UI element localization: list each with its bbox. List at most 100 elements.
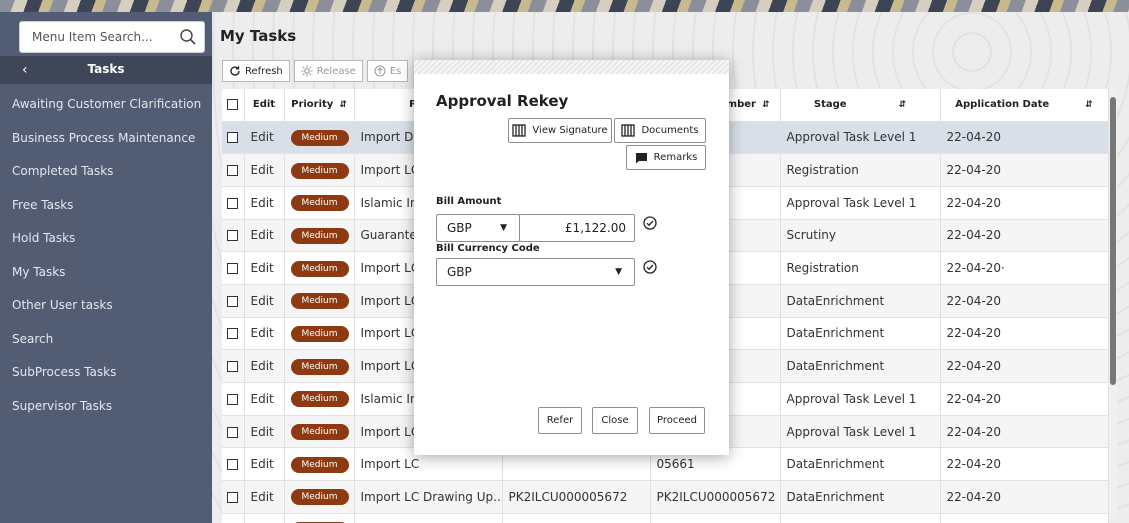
edit-link[interactable]: Edit [244, 219, 285, 252]
priority-cell: Medium [284, 121, 355, 154]
menu-search-input[interactable] [20, 22, 180, 52]
edit-link[interactable]: Edit [244, 382, 285, 416]
edit-link[interactable]: Edit [244, 447, 285, 481]
row-checkbox[interactable] [227, 197, 239, 209]
row-checkbox[interactable] [227, 328, 239, 340]
application-date-cell: 22-04-20 [940, 513, 1109, 523]
priority-badge: Medium [290, 325, 349, 342]
table-row[interactable]: Edit Medium Import LC Drawing Up... PK2ILCU… [222, 480, 1109, 514]
edit-link[interactable]: Edit [244, 121, 285, 154]
application-date-cell: 22-04-20 [940, 382, 1109, 416]
sort-icon[interactable]: ⇵ [1085, 100, 1093, 110]
priority-badge: Medium [290, 489, 349, 506]
application-date-cell: 22-04-20 [940, 121, 1109, 154]
dialog-header-strip [414, 60, 729, 74]
sidebar-header: ‹ Tasks [0, 56, 212, 84]
select-all-checkbox[interactable] [227, 99, 239, 110]
bill-currency-code-select[interactable]: GBP ▼ [436, 258, 635, 286]
release-button[interactable]: Release [293, 60, 363, 82]
stage-cell: Approval Task Level 1 [780, 121, 941, 154]
bill-currency-verified-check-icon [643, 260, 657, 274]
search-icon[interactable] [179, 28, 197, 46]
row-checkbox[interactable] [227, 263, 239, 275]
refer-button[interactable]: Refer [538, 407, 582, 434]
row-checkbox[interactable] [227, 393, 239, 405]
menu-search-box[interactable] [19, 21, 205, 53]
application-date-cell: 22-04-20· [940, 251, 1109, 285]
select-all-header [222, 89, 245, 121]
row-checkbox[interactable] [227, 132, 239, 144]
edit-link[interactable]: Edit [244, 513, 285, 523]
escalate-button[interactable]: Es [366, 60, 409, 82]
application-date-cell: 22-04-20 [940, 186, 1109, 220]
stage-cell: DataEnrichment [780, 349, 941, 383]
close-button[interactable]: Close [592, 407, 638, 434]
approval-rekey-dialog: Approval Rekey View Signature Documents … [414, 60, 729, 455]
sidebar-item-supervisor-tasks[interactable]: Supervisor Tasks [0, 397, 212, 431]
stage-cell: DataEnrichment [780, 513, 941, 523]
edit-link[interactable]: Edit [244, 153, 285, 187]
row-checkbox[interactable] [227, 491, 239, 503]
proceed-button[interactable]: Proceed [649, 407, 705, 434]
bill-amount-input[interactable]: £1,122.00 [519, 214, 635, 242]
edit-link[interactable]: Edit [244, 349, 285, 383]
sidebar-item-hold-tasks[interactable]: Hold Tasks [0, 229, 212, 263]
row-checkbox-cell [222, 447, 245, 481]
sidebar-item-search[interactable]: Search [0, 330, 212, 364]
table-row[interactable]: EditMediumIslamic Import LC Dra...PK2IIL… [222, 513, 1109, 523]
column-header-application-date[interactable]: Application Date ⇵ [940, 89, 1109, 121]
sidebar-item-my-tasks[interactable]: My Tasks [0, 263, 212, 297]
edit-link[interactable]: Edit [244, 415, 285, 448]
row-checkbox[interactable] [227, 459, 239, 471]
sort-icon[interactable]: ⇵ [762, 100, 770, 110]
bill-amount-label: Bill Amount [436, 196, 502, 207]
stage-cell: Approval Task Level 1 [780, 415, 941, 448]
row-checkbox[interactable] [227, 295, 239, 307]
remarks-button[interactable]: Remarks [626, 145, 706, 170]
refresh-button[interactable]: Refresh [222, 60, 290, 82]
row-checkbox-cell [222, 480, 245, 514]
process-name-cell: Import LC Drawing Up... [354, 480, 503, 514]
remarks-label: Remarks [653, 152, 698, 163]
edit-link[interactable]: Edit [244, 284, 285, 318]
priority-cell: Medium [284, 317, 355, 350]
sidebar-menu: Awaiting Customer Clarification Business… [0, 95, 212, 430]
refresh-icon [230, 66, 240, 76]
sidebar-item-awaiting-customer-clarification[interactable]: Awaiting Customer Clarification [0, 95, 212, 129]
sidebar-item-free-tasks[interactable]: Free Tasks [0, 196, 212, 230]
sidebar: ‹ Tasks Awaiting Customer Clarification … [0, 12, 212, 523]
edit-link[interactable]: Edit [244, 251, 285, 285]
view-signature-button[interactable]: View Signature [508, 118, 612, 143]
table-scrollbar[interactable] [1109, 89, 1117, 519]
stage-header-label: Stage [813, 99, 847, 111]
priority-cell: Medium [284, 415, 355, 448]
priority-cell: Medium [284, 251, 355, 285]
row-checkbox[interactable] [227, 230, 239, 242]
edit-link[interactable]: Edit [244, 317, 285, 350]
column-header-stage[interactable]: Stage ⇵ [780, 89, 941, 121]
row-checkbox[interactable] [227, 426, 239, 438]
sidebar-item-other-user-tasks[interactable]: Other User tasks [0, 296, 212, 330]
bill-amount-currency-select[interactable]: GBP ▼ [436, 214, 520, 242]
sidebar-item-subprocess-tasks[interactable]: SubProcess Tasks [0, 363, 212, 397]
edit-link[interactable]: Edit [244, 186, 285, 220]
sidebar-item-business-process-maintenance[interactable]: Business Process Maintenance [0, 129, 212, 163]
sidebar-item-completed-tasks[interactable]: Completed Tasks [0, 162, 212, 196]
row-checkbox-cell [222, 153, 245, 187]
priority-cell: Medium [284, 219, 355, 252]
column-header-edit: Edit [244, 89, 285, 121]
documents-book-icon [621, 124, 636, 137]
sort-icon[interactable]: ⇵ [339, 100, 347, 110]
scrollbar-thumb[interactable] [1110, 97, 1116, 385]
row-checkbox[interactable] [227, 165, 239, 177]
priority-cell: Medium [284, 284, 355, 318]
edit-link[interactable]: Edit [244, 480, 285, 514]
stage-cell: DataEnrichment [780, 447, 941, 481]
sidebar-title: Tasks [87, 62, 125, 76]
application-date-header-label: Application Date [955, 99, 1050, 111]
sort-icon[interactable]: ⇵ [899, 100, 907, 110]
documents-button[interactable]: Documents [614, 118, 706, 143]
column-header-priority[interactable]: Priority ⇵ [284, 89, 355, 121]
row-checkbox[interactable] [227, 361, 239, 373]
release-label: Release [316, 65, 356, 77]
